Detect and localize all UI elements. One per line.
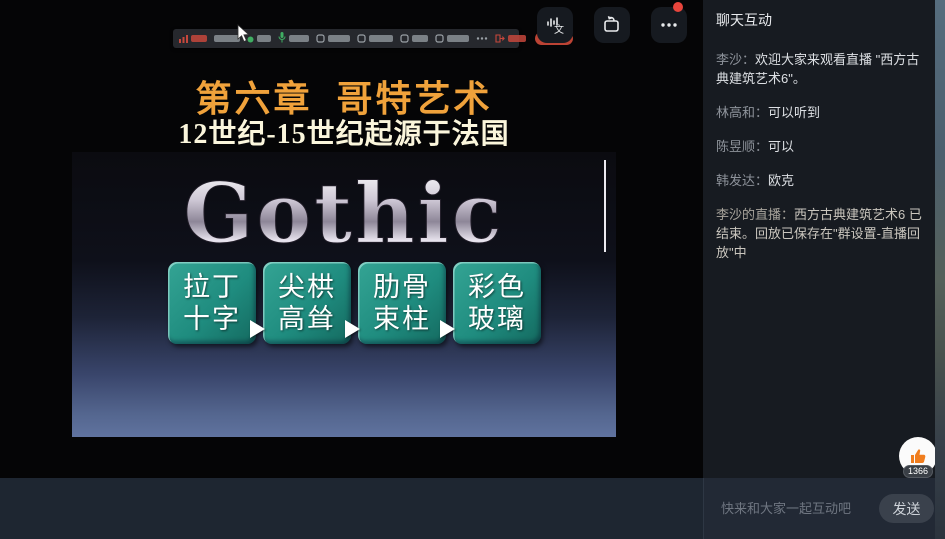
slide-subtitle: 12世纪-15世纪起源于法国	[72, 112, 616, 152]
flow-box-line1: 肋骨	[373, 271, 431, 303]
flow-box: 尖栱高耸	[263, 262, 351, 344]
chat-message-sender: 陈昱顺：	[716, 139, 768, 154]
host-info-bar: 主播: 李沙 标题: 西方古典建筑艺术6	[0, 478, 703, 539]
screen-share-toolbar[interactable]	[173, 29, 519, 48]
video-area: 第六章 哥特艺术 12世纪-15世纪起源于法国 Gothic	[0, 0, 703, 478]
flow-box: 拉丁十字	[168, 262, 256, 344]
chat-input-bar: 发送	[703, 478, 935, 539]
ellipsis-toolbar-item[interactable]	[476, 30, 488, 48]
tool-icon	[435, 30, 444, 48]
flow-arrow-icon	[345, 320, 360, 338]
toolbar-label-blur	[289, 35, 309, 42]
chat-message-sender: 李沙的直播：	[716, 207, 794, 222]
chat-message-text: 欧克	[768, 173, 794, 188]
live-signal-icon	[179, 30, 188, 48]
chat-message-sender: 李沙：	[716, 52, 755, 67]
tool-toolbar-item[interactable]	[357, 30, 393, 48]
caption-translate-button[interactable]: 文	[537, 7, 573, 43]
flow-arrow-icon	[440, 320, 455, 338]
notification-badge-dot	[673, 2, 683, 12]
tool-icon	[316, 30, 325, 48]
toolbar-label-blur	[412, 35, 428, 42]
svg-text:文: 文	[554, 23, 564, 36]
exit-toolbar-item[interactable]	[495, 30, 526, 48]
flow-diagram: 拉丁十字尖栱高耸肋骨束柱彩色玻璃	[168, 262, 548, 346]
like-count-badge: 1366	[903, 465, 933, 478]
text-cursor-line	[604, 160, 606, 252]
slide: 第六章 哥特艺术 12世纪-15世纪起源于法国 Gothic	[72, 0, 616, 478]
like-button[interactable]: 1366	[899, 437, 937, 475]
tool-toolbar-item[interactable]	[435, 30, 469, 48]
toolbar-label-blur	[328, 35, 350, 42]
flow-box-line1: 彩色	[468, 271, 526, 303]
flow-box-line2: 十字	[183, 303, 241, 335]
flow-box-line2: 玻璃	[468, 303, 526, 335]
toolbar-label-blur	[369, 35, 393, 42]
chat-input[interactable]	[719, 492, 869, 524]
chat-message: 陈昱顺：可以	[716, 137, 925, 156]
desktop-edge-strip	[935, 0, 945, 539]
rotate-screen-button[interactable]	[594, 7, 630, 43]
chat-message-sender: 林高和：	[716, 105, 768, 120]
ellipsis-icon	[476, 30, 488, 48]
chat-message: 林高和：可以听到	[716, 103, 925, 122]
chat-system-message: 李沙的直播：西方古典建筑艺术6 已结束。回放已保存在"群设置-直播回放"中	[716, 205, 925, 262]
chat-message-text: 可以听到	[768, 105, 820, 120]
tool-icon	[357, 30, 366, 48]
flow-arrow-icon	[250, 320, 265, 338]
flow-box: 肋骨束柱	[358, 262, 446, 344]
chat-header: 聊天互动	[716, 10, 772, 30]
rotate-screen-icon	[601, 14, 623, 36]
flow-box-line2: 束柱	[373, 303, 431, 335]
flow-box-line1: 拉丁	[183, 271, 241, 303]
flow-box-line2: 高耸	[278, 303, 336, 335]
gothic-banner-word: Gothic	[72, 158, 616, 268]
live-signal-toolbar-item[interactable]	[179, 30, 207, 48]
flow-box-line1: 尖栱	[278, 271, 336, 303]
send-button[interactable]: 发送	[879, 494, 934, 523]
caption-translate-icon: 文	[544, 14, 566, 36]
toolbar-label-blur	[191, 35, 207, 42]
chat-message-text: 可以	[768, 139, 794, 154]
slide-gothic-image: Gothic 拉丁十字尖栱高耸肋骨束柱彩色玻璃	[72, 152, 616, 437]
toolbar-label-blur	[257, 35, 271, 42]
toolbar-label-blur	[447, 35, 469, 42]
connection-dot-toolbar-item[interactable]	[247, 30, 271, 48]
tool-toolbar-item[interactable]	[400, 30, 428, 48]
live-stream-window: 第六章 哥特艺术 12世纪-15世纪起源于法国 Gothic	[0, 0, 945, 539]
mouse-cursor-icon	[237, 24, 250, 43]
tool-icon	[400, 30, 409, 48]
more-icon	[658, 14, 680, 36]
mic-toolbar-item[interactable]	[278, 30, 309, 48]
chat-sidebar: 聊天互动 李沙：欢迎大家来观看直播 "西方古典建筑艺术6"。林高和：可以听到陈昱…	[703, 0, 935, 478]
more-button[interactable]	[651, 7, 687, 43]
chat-message: 韩发达：欧克	[716, 171, 925, 190]
flow-box: 彩色玻璃	[453, 262, 541, 344]
tool-toolbar-item[interactable]	[316, 30, 350, 48]
chat-message-sender: 韩发达：	[716, 173, 768, 188]
exit-icon	[495, 30, 505, 48]
chat-message: 李沙：欢迎大家来观看直播 "西方古典建筑艺术6"。	[716, 50, 925, 88]
thumbs-up-icon	[907, 445, 929, 467]
toolbar-label-blur	[508, 35, 526, 42]
mic-icon	[278, 30, 286, 48]
chat-message-list: 李沙：欢迎大家来观看直播 "西方古典建筑艺术6"。林高和：可以听到陈昱顺：可以韩…	[716, 50, 925, 277]
gothic-text: Gothic	[183, 166, 504, 262]
